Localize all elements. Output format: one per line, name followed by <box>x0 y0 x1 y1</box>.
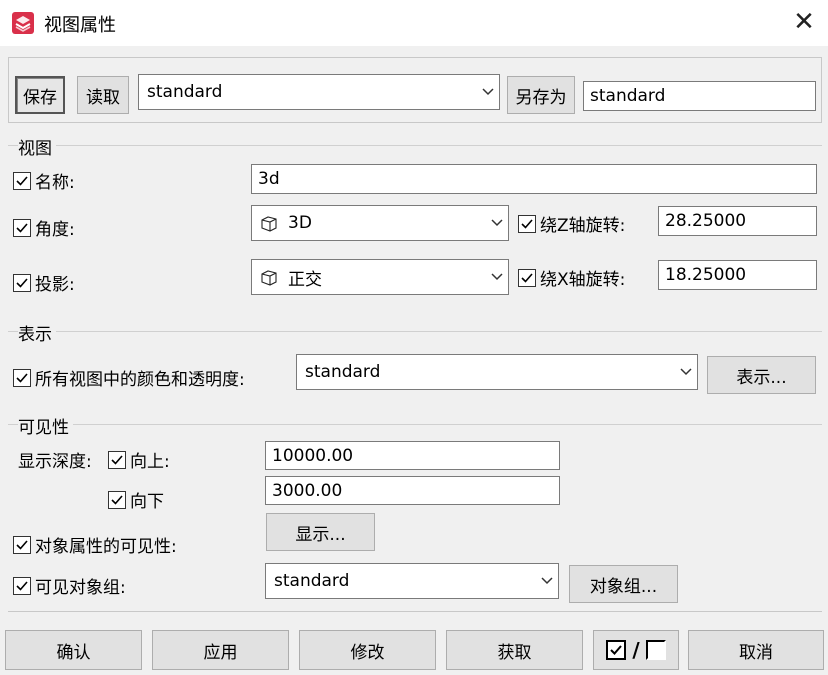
depth-down-input[interactable]: 3000.00 <box>265 476 560 505</box>
cube-icon <box>260 214 278 232</box>
visibility-panel-bottom <box>8 611 822 612</box>
modify-button[interactable]: 修改 <box>299 630 436 670</box>
chevron-down-icon <box>675 355 697 389</box>
get-button[interactable]: 获取 <box>446 630 583 670</box>
rotx-label: 绕X轴旋转: <box>540 270 626 290</box>
rotz-input[interactable]: 28.25000 <box>658 206 817 236</box>
checkbox-checked-icon <box>606 640 627 660</box>
checkbox-checked-icon[interactable] <box>13 273 31 292</box>
toggle-all-button[interactable]: / <box>593 630 679 670</box>
depth-up-input[interactable]: 10000.00 <box>265 441 560 470</box>
view-group-divider <box>8 145 822 146</box>
checkbox-checked-icon[interactable] <box>13 535 31 554</box>
checkbox-checked-icon[interactable] <box>13 218 31 237</box>
up-label: 向上: <box>130 452 170 472</box>
object-group-select[interactable]: standard <box>265 563 559 599</box>
checkbox-checked-icon[interactable] <box>108 490 126 509</box>
checkbox-unchecked-icon <box>645 640 666 660</box>
cube-icon <box>260 268 278 286</box>
chevron-down-icon <box>486 206 508 240</box>
checkbox-checked-icon[interactable] <box>518 214 536 233</box>
load-button[interactable]: 读取 <box>77 76 129 114</box>
visibility-group-title: 可见性 <box>18 413 73 438</box>
window-title: 视图属性 <box>44 15 116 36</box>
up-checkbox-row[interactable]: 向上: <box>108 447 170 472</box>
view-name-input[interactable]: 3d <box>251 164 817 194</box>
rotx-input[interactable]: 18.25000 <box>658 260 817 290</box>
show-attributes-button[interactable]: 显示... <box>266 513 375 551</box>
chevron-down-icon <box>486 260 508 294</box>
object-group-select-value: standard <box>274 571 350 591</box>
checkbox-checked-icon[interactable] <box>13 576 31 595</box>
angle-select-value: 3D <box>288 213 312 233</box>
depth-label: 显示深度: <box>18 452 92 472</box>
preset-select-value: standard <box>147 82 223 102</box>
obj-group-checkbox-row[interactable]: 可见对象组: <box>13 573 126 598</box>
angle-select[interactable]: 3D <box>251 205 509 241</box>
cancel-button[interactable]: 取消 <box>688 630 824 670</box>
title-bar <box>0 0 828 46</box>
chevron-down-icon <box>477 75 499 109</box>
projection-checkbox-row[interactable]: 投影: <box>13 270 75 295</box>
checkbox-checked-icon[interactable] <box>13 368 31 387</box>
projection-select-value: 正交 <box>288 269 322 290</box>
name-label: 名称: <box>35 173 75 193</box>
display-group-title: 表示 <box>18 320 56 345</box>
down-checkbox-row[interactable]: 向下 <box>108 487 164 512</box>
display-settings-button[interactable]: 表示... <box>707 356 816 394</box>
display-group-divider <box>8 331 822 332</box>
view-group-title: 视图 <box>18 134 56 159</box>
projection-select[interactable]: 正交 <box>251 259 509 295</box>
save-as-name-input[interactable]: standard <box>583 81 816 111</box>
name-checkbox-row[interactable]: 名称: <box>13 168 75 193</box>
ok-button[interactable]: 确认 <box>5 630 142 670</box>
projection-label: 投影: <box>35 275 75 295</box>
apply-button[interactable]: 应用 <box>152 630 289 670</box>
object-group-button[interactable]: 对象组... <box>569 565 678 603</box>
down-label: 向下 <box>130 492 164 512</box>
close-button[interactable]: ✕ <box>786 6 822 40</box>
preset-select[interactable]: standard <box>138 74 500 110</box>
rotz-label: 绕Z轴旋转: <box>540 216 626 236</box>
angle-label: 角度: <box>35 220 75 240</box>
obj-attr-checkbox-row[interactable]: 对象属性的可见性: <box>13 532 177 557</box>
obj-group-label: 可见对象组: <box>35 578 126 598</box>
visibility-group-divider <box>8 424 822 425</box>
toggle-separator: / <box>632 638 640 662</box>
colors-label: 所有视图中的颜色和透明度: <box>35 370 245 390</box>
app-logo-icon <box>12 12 34 34</box>
save-as-button[interactable]: 另存为 <box>507 76 575 114</box>
checkbox-checked-icon[interactable] <box>13 171 31 190</box>
colors-select-value: standard <box>305 362 381 382</box>
checkbox-checked-icon[interactable] <box>518 268 536 287</box>
save-button[interactable]: 保存 <box>15 76 65 114</box>
colors-select[interactable]: standard <box>296 354 698 390</box>
rotx-checkbox-row[interactable]: 绕X轴旋转: <box>518 265 625 290</box>
chevron-down-icon <box>536 564 558 598</box>
obj-attr-label: 对象属性的可见性: <box>35 537 177 557</box>
angle-checkbox-row[interactable]: 角度: <box>13 215 75 240</box>
rotz-checkbox-row[interactable]: 绕Z轴旋转: <box>518 211 625 236</box>
colors-checkbox-row[interactable]: 所有视图中的颜色和透明度: <box>13 365 245 390</box>
checkbox-checked-icon[interactable] <box>108 450 126 469</box>
